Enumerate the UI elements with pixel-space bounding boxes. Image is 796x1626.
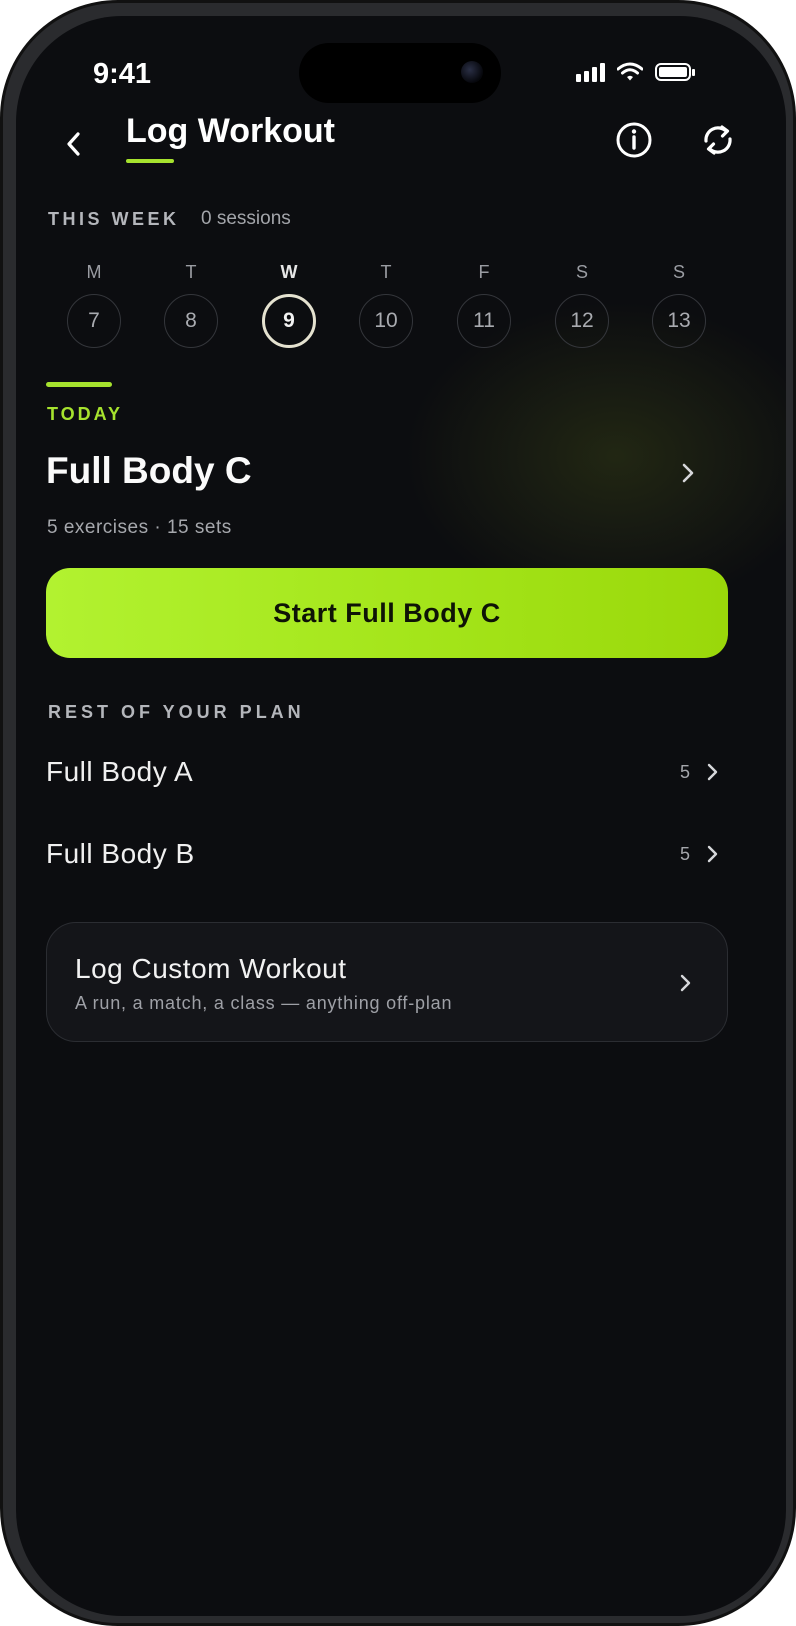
day-sunday: S 13 xyxy=(649,262,709,348)
day-letter: S xyxy=(672,262,685,282)
dynamic-island xyxy=(299,43,501,103)
day-tuesday: T 8 xyxy=(161,262,221,348)
day-date-button[interactable]: 10 xyxy=(359,294,413,348)
status-icons xyxy=(576,62,695,82)
plan-item-full-body-a[interactable]: Full Body A 5 xyxy=(46,744,728,804)
chevron-left-icon xyxy=(67,132,80,156)
plan-item-count: 5 xyxy=(679,844,690,864)
start-workout-label: Start Full Body C xyxy=(273,597,501,628)
log-custom-workout-card[interactable]: Log Custom Workout A run, a match, a cla… xyxy=(46,922,728,1042)
day-friday: F 11 xyxy=(454,262,514,348)
day-date-button[interactable]: 7 xyxy=(67,294,121,348)
week-session-count: 0 sessions xyxy=(201,208,291,229)
phone-frame: 9:41 Log Workout THIS WEEK 0 sessions M … xyxy=(0,0,796,1626)
status-time: 9:41 xyxy=(93,58,152,90)
day-date-button[interactable]: 11 xyxy=(457,294,511,348)
workout-meta: 5 exercises · 15 sets xyxy=(47,517,232,538)
day-letter: T xyxy=(185,262,197,282)
custom-workout-title: Log Custom Workout xyxy=(75,953,347,984)
plan-item-full-body-b[interactable]: Full Body B 5 xyxy=(46,826,728,886)
page-title: Log Workout xyxy=(126,112,335,150)
day-date-button[interactable]: 8 xyxy=(164,294,218,348)
day-thursday: T 10 xyxy=(356,262,416,348)
plan-item-name: Full Body B xyxy=(46,838,195,869)
wifi-icon xyxy=(617,62,643,81)
day-letter: T xyxy=(380,262,392,282)
plan-section-label: REST OF YOUR PLAN xyxy=(48,702,305,722)
week-label: THIS WEEK xyxy=(48,209,180,229)
day-monday: M 7 xyxy=(64,262,124,348)
refresh-icon xyxy=(704,125,732,155)
info-button[interactable] xyxy=(614,120,654,160)
camera-icon xyxy=(461,61,483,83)
app-screen: 9:41 Log Workout THIS WEEK 0 sessions M … xyxy=(16,16,786,1616)
day-letter: W xyxy=(280,262,298,282)
day-date-button-selected[interactable]: 9 xyxy=(262,294,316,348)
day-letter: F xyxy=(478,262,490,282)
start-workout-button[interactable]: Start Full Body C xyxy=(46,568,728,658)
back-button[interactable] xyxy=(52,122,96,166)
day-letter: S xyxy=(575,262,588,282)
today-workout-title[interactable]: Full Body C xyxy=(46,450,252,492)
chevron-right-icon xyxy=(707,763,718,781)
day-date-button[interactable]: 13 xyxy=(652,294,706,348)
day-letter: M xyxy=(86,262,102,282)
day-date-button[interactable]: 12 xyxy=(555,294,609,348)
battery-icon xyxy=(655,63,695,81)
plan-item-name: Full Body A xyxy=(46,756,194,787)
cellular-signal-icon xyxy=(576,62,605,82)
today-label: TODAY xyxy=(47,404,124,424)
custom-workout-subtitle: A run, a match, a class — anything off-p… xyxy=(75,993,453,1013)
title-underline xyxy=(126,159,174,163)
chevron-right-icon xyxy=(682,463,694,483)
chevron-right-icon xyxy=(680,974,691,992)
chevron-right-icon xyxy=(707,845,718,863)
day-saturday: S 12 xyxy=(552,262,612,348)
refresh-button[interactable] xyxy=(698,120,738,160)
today-accent-bar xyxy=(46,382,112,387)
info-circle-icon xyxy=(616,122,652,158)
plan-item-count: 5 xyxy=(679,762,690,782)
day-wednesday: W 9 xyxy=(259,262,319,348)
workout-details-button[interactable] xyxy=(673,458,703,488)
